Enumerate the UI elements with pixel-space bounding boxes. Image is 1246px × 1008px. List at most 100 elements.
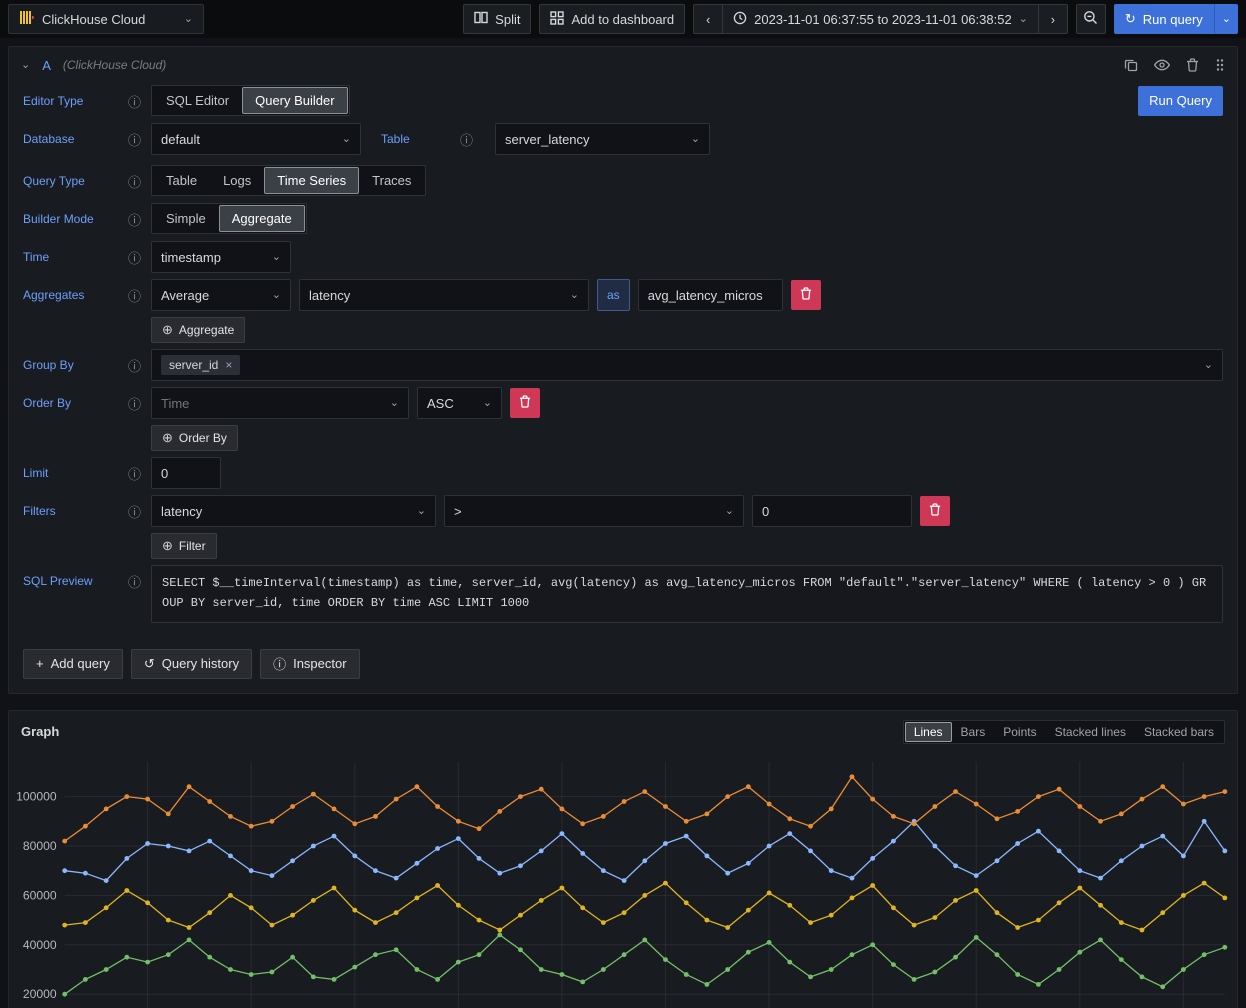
filters-row: Filters ⓘ latency ⌄ > ⌄ 0 [23, 495, 1223, 527]
zoom-out-button[interactable] [1076, 4, 1106, 34]
info-icon[interactable]: ⓘ [128, 210, 141, 229]
add-order-by-row: ⊕ Order By [151, 425, 1223, 451]
drag-handle-icon[interactable] [1215, 58, 1225, 72]
database-select[interactable]: default ⌄ [151, 123, 361, 155]
aggregates-label-cell: Aggregates ⓘ [23, 279, 141, 311]
order-by-direction-value: ASC [427, 396, 454, 411]
query-type-toggle: Table Logs Time Series Traces [151, 165, 426, 196]
group-by-multiselect[interactable]: server_id × ⌄ [151, 349, 1223, 381]
query-type-option-table[interactable]: Table [153, 167, 210, 194]
add-aggregate-button[interactable]: ⊕ Aggregate [151, 317, 245, 343]
remove-query-trash-icon[interactable] [1186, 58, 1199, 72]
info-icon[interactable]: ⓘ [128, 394, 141, 413]
info-icon[interactable]: ⓘ [128, 502, 141, 521]
query-history-button[interactable]: ↺ Query history [131, 649, 252, 679]
remove-order-by-button[interactable] [510, 388, 540, 418]
query-editor-panel: ⌄ A (ClickHouse Cloud) Editor Type ⓘ [8, 46, 1238, 694]
add-aggregate-row: ⊕ Aggregate [151, 317, 1223, 343]
add-filter-button[interactable]: ⊕ Filter [151, 533, 217, 559]
info-icon[interactable]: ⓘ [128, 130, 141, 149]
group-by-label: Group By [23, 358, 74, 372]
time-column-select[interactable]: timestamp ⌄ [151, 241, 291, 273]
graph-mode-lines[interactable]: Lines [905, 722, 952, 742]
info-icon[interactable]: ⓘ [128, 172, 141, 191]
split-icon [474, 11, 488, 27]
graph-mode-stacked-bars[interactable]: Stacked bars [1135, 722, 1223, 742]
graph-header: Graph Lines Bars Points Stacked lines St… [9, 711, 1237, 748]
builder-mode-label: Builder Mode [23, 212, 94, 226]
time-shift-forward-button[interactable]: › [1038, 4, 1068, 34]
query-type-option-time-series[interactable]: Time Series [264, 167, 359, 194]
remove-tag-icon[interactable]: × [225, 358, 232, 372]
query-type-label-cell: Query Type ⓘ [23, 165, 141, 197]
chevron-down-icon: ⌄ [272, 252, 281, 263]
table-select[interactable]: server_latency ⌄ [495, 123, 710, 155]
add-order-by-button[interactable]: ⊕ Order By [151, 425, 238, 451]
graph-mode-bars[interactable]: Bars [952, 722, 995, 742]
duplicate-query-icon[interactable] [1124, 58, 1138, 72]
run-query-inline-button[interactable]: Run Query [1138, 86, 1223, 116]
info-icon[interactable]: ⓘ [460, 130, 473, 149]
graph-mode-stacked-lines[interactable]: Stacked lines [1046, 722, 1135, 742]
add-to-dashboard-button[interactable]: Add to dashboard [539, 4, 685, 34]
remove-filter-button[interactable] [920, 496, 950, 526]
database-label: Database [23, 132, 74, 146]
info-icon[interactable]: ⓘ [128, 248, 141, 267]
aggregate-alias-input[interactable]: avg_latency_micros [638, 279, 783, 311]
graph-canvas[interactable]: 2000040000600008000010000006:38:0006:38:… [9, 748, 1237, 1008]
graph-style-toggle: Lines Bars Points Stacked lines Stacked … [903, 720, 1225, 744]
group-by-tag-label: server_id [169, 358, 218, 372]
time-shift-back-button[interactable]: ‹ [693, 4, 723, 34]
hide-query-eye-icon[interactable] [1154, 58, 1170, 72]
filter-operator-select[interactable]: > ⌄ [444, 495, 744, 527]
info-icon[interactable]: ⓘ [128, 464, 141, 483]
query-type-row: Query Type ⓘ Table Logs Time Series Trac… [23, 165, 1223, 197]
limit-value: 0 [161, 466, 168, 481]
editor-type-option-query-builder[interactable]: Query Builder [242, 87, 347, 114]
add-query-button[interactable]: + Add query [23, 649, 123, 679]
aggregates-row: Aggregates ⓘ Average ⌄ latency ⌄ as avg_… [23, 279, 1223, 311]
datasource-picker[interactable]: ClickHouse Cloud ⌄ [8, 4, 204, 34]
editor-type-label-cell: Editor Type ⓘ [23, 85, 141, 117]
run-query-button[interactable]: ↻ Run query [1114, 4, 1214, 34]
plus-circle-icon: ⊕ [162, 538, 173, 554]
graph-title: Graph [21, 724, 59, 739]
chevron-down-icon: ⌄ [570, 290, 579, 301]
run-query-label: Run query [1143, 12, 1203, 27]
table-label: Table [381, 132, 410, 146]
time-range-picker[interactable]: 2023-11-01 06:37:55 to 2023-11-01 06:38:… [722, 4, 1039, 34]
order-by-direction-select[interactable]: ASC ⌄ [417, 387, 502, 419]
query-builder-form: Editor Type ⓘ SQL Editor Query Builder R… [9, 83, 1237, 623]
limit-input[interactable]: 0 [151, 457, 221, 489]
aggregate-column-select[interactable]: latency ⌄ [299, 279, 589, 311]
sql-preview-text: SELECT $__timeInterval(timestamp) as tim… [151, 565, 1223, 623]
graph-mode-points[interactable]: Points [994, 722, 1045, 742]
aggregate-function-select[interactable]: Average ⌄ [151, 279, 291, 311]
inspector-button[interactable]: ⓘ Inspector [260, 649, 360, 679]
order-by-field-value: Time [161, 396, 189, 411]
chevron-down-icon: ⌄ [342, 134, 351, 145]
sql-preview-label-cell: SQL Preview ⓘ [23, 565, 141, 597]
remove-aggregate-button[interactable] [791, 280, 821, 310]
query-type-option-logs[interactable]: Logs [210, 167, 264, 194]
info-icon[interactable]: ⓘ [128, 286, 141, 305]
info-icon[interactable]: ⓘ [128, 572, 141, 591]
builder-mode-option-aggregate[interactable]: Aggregate [219, 205, 305, 232]
order-by-field-select[interactable]: Time ⌄ [151, 387, 409, 419]
filter-column-select[interactable]: latency ⌄ [151, 495, 436, 527]
table-value: server_latency [505, 132, 590, 147]
time-row: Time ⓘ timestamp ⌄ [23, 241, 1223, 273]
limit-row: Limit ⓘ 0 [23, 457, 1223, 489]
collapse-chevron-icon[interactable]: ⌄ [21, 60, 30, 71]
info-icon[interactable]: ⓘ [128, 356, 141, 375]
add-filter-label: Filter [179, 539, 206, 553]
editor-type-option-sql-editor[interactable]: SQL Editor [153, 87, 242, 114]
group-by-tag[interactable]: server_id × [161, 355, 240, 375]
builder-mode-option-simple[interactable]: Simple [153, 205, 219, 232]
graph-panel: Graph Lines Bars Points Stacked lines St… [8, 710, 1238, 1008]
query-type-option-traces[interactable]: Traces [359, 167, 424, 194]
run-query-interval-dropdown[interactable]: ⌄ [1214, 4, 1238, 34]
filter-value-input[interactable]: 0 [752, 495, 912, 527]
split-button[interactable]: Split [463, 4, 531, 34]
info-icon[interactable]: ⓘ [128, 92, 141, 111]
